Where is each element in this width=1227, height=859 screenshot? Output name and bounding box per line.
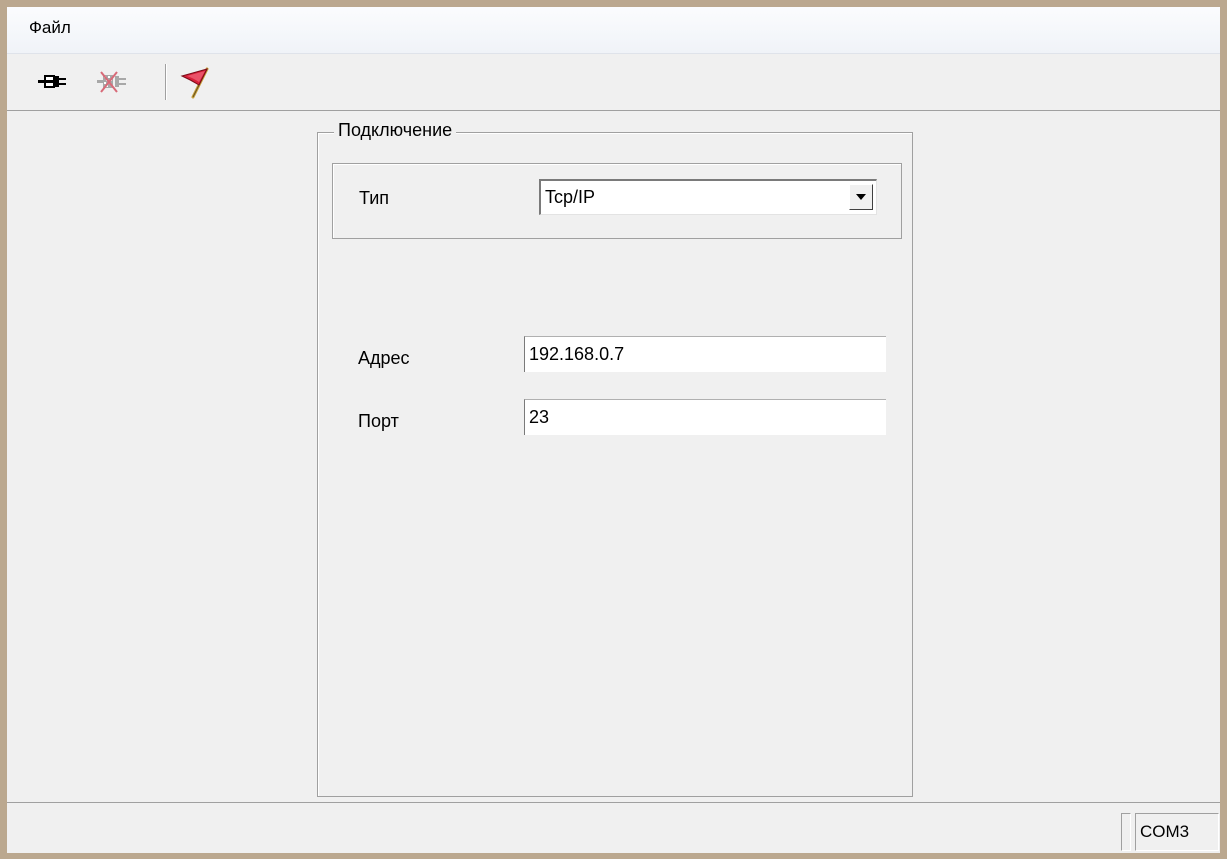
address-value: 192.168.0.7	[529, 344, 625, 364]
status-bar: COM3	[7, 802, 1220, 853]
plug-connect-icon[interactable]	[35, 64, 71, 100]
status-port-panel: COM3	[1135, 813, 1219, 851]
port-value: 23	[529, 407, 550, 427]
status-panel-empty	[1121, 813, 1131, 851]
connection-groupbox: Подключение Тип Tcp/IP Адрес 192.168.0.7…	[317, 120, 913, 797]
chevron-down-icon[interactable]	[849, 184, 873, 210]
menu-bar: Файл	[7, 7, 1220, 54]
connection-group-title: Подключение	[334, 120, 457, 141]
type-dropdown-value: Tcp/IP	[545, 187, 596, 207]
port-field[interactable]: 23	[524, 399, 886, 435]
plug-disconnect-icon[interactable]	[95, 64, 131, 100]
toolbar	[7, 54, 1220, 111]
type-panel: Тип Tcp/IP	[332, 163, 902, 239]
address-field[interactable]: 192.168.0.7	[524, 336, 886, 372]
app-window: Файл Подключение Тип Tcp/IP Адрес 192.16…	[7, 7, 1220, 853]
red-flag-icon[interactable]	[177, 64, 213, 100]
port-label: Порт	[358, 411, 399, 431]
toolbar-separator	[165, 64, 167, 100]
status-port: COM3	[1140, 822, 1190, 841]
main-content: Подключение Тип Tcp/IP Адрес 192.168.0.7…	[7, 111, 1220, 801]
menu-file[interactable]: Файл	[27, 18, 73, 38]
type-dropdown[interactable]: Tcp/IP	[539, 179, 877, 215]
type-label: Тип	[359, 188, 390, 208]
address-label: Адрес	[358, 348, 410, 368]
